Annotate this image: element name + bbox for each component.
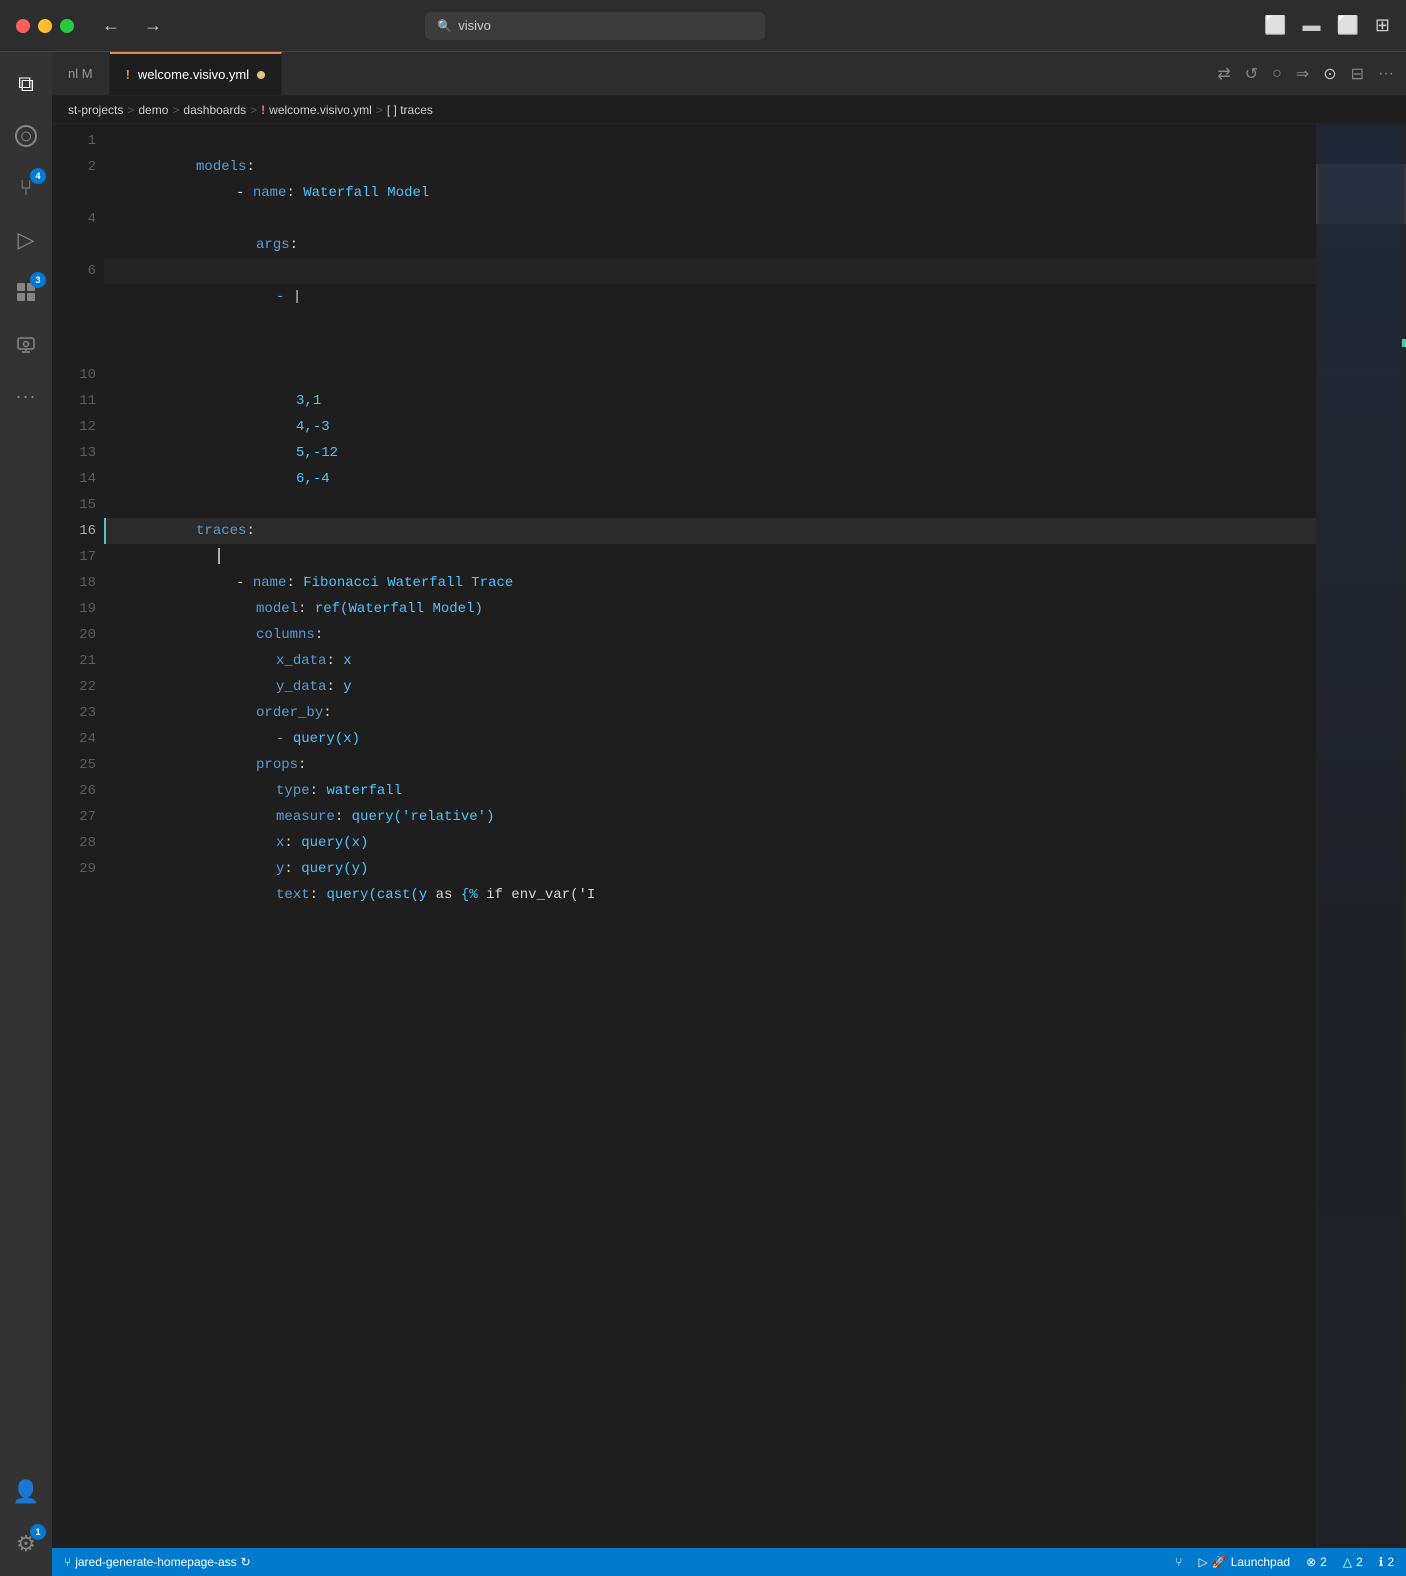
code-line-4: args: [104, 206, 1316, 232]
code-line-1: models: [104, 128, 1316, 154]
status-info-item[interactable]: ℹ 2 [1379, 1555, 1394, 1569]
info-count: 2 [1387, 1555, 1394, 1569]
branch-name: jared-generate-homepage-ass [75, 1555, 236, 1569]
warning-icon: △ [1343, 1555, 1352, 1569]
customize-layout-icon[interactable]: ⊞ [1375, 15, 1390, 36]
search-bar[interactable]: 🔍 visivo [425, 12, 765, 40]
timeline-icon[interactable]: ↺ [1245, 64, 1258, 84]
run-icon: ▷ [18, 227, 35, 253]
activity-item-more[interactable]: ··· [2, 372, 50, 420]
branch-icon[interactable]: ○ [1272, 65, 1282, 83]
tab-label: welcome.visivo.yml [138, 67, 249, 82]
forward-icon[interactable]: ⇒ [1296, 64, 1309, 84]
account-icon: 👤 [12, 1479, 39, 1505]
tab-modified-dot [257, 71, 265, 79]
activity-item-run[interactable]: ▷ [2, 216, 50, 264]
minimize-button[interactable] [38, 19, 52, 33]
nav-buttons: ← → [94, 11, 170, 40]
tab-bar: nl M ! welcome.visivo.yml ⇄ ↺ ○ ⇒ ⊙ ⊟ ··… [52, 52, 1406, 96]
code-line-16 [104, 518, 1316, 544]
nav-forward-button[interactable]: → [136, 11, 170, 40]
titlebar-icons: ⬜ ▬ ⬜ ⊞ [1264, 15, 1390, 36]
minimap-highlight [1402, 339, 1406, 347]
tab-first-label: nl M [68, 66, 93, 81]
code-line-15: traces: [104, 492, 1316, 518]
code-line-gap5 [104, 336, 1316, 362]
explorer-icon: ⧉ [18, 71, 34, 97]
code-content[interactable]: models: - name: Waterfall Model args: - … [104, 124, 1316, 1548]
activity-item-extensions[interactable]: 3 [2, 268, 50, 316]
tab-exclaim-icon: ! [126, 67, 130, 82]
activity-bar: ⧉ ○ ⑂ 4 ▷ 3 [0, 52, 52, 1576]
editor-area: nl M ! welcome.visivo.yml ⇄ ↺ ○ ⇒ ⊙ ⊟ ··… [52, 52, 1406, 1576]
settings-badge: 1 [30, 1524, 46, 1540]
more-icon: ··· [16, 386, 37, 407]
close-button[interactable] [16, 19, 30, 33]
code-area[interactable]: 1 2 4 6 10 11 12 13 14 15 16 17 18 19 20 [52, 124, 1406, 1548]
split-icon[interactable]: ⊟ [1351, 64, 1364, 84]
line-numbers: 1 2 4 6 10 11 12 13 14 15 16 17 18 19 20 [52, 124, 104, 1548]
extensions-badge: 3 [30, 272, 46, 288]
git-compare-icon[interactable]: ⇄ [1217, 64, 1230, 84]
activity-bottom: 👤 ⚙ 1 [2, 1468, 50, 1576]
sync-icon: ↻ [241, 1555, 251, 1569]
tab-actions: ⇄ ↺ ○ ⇒ ⊙ ⊟ ··· [1205, 52, 1406, 95]
code-line-17: - name: Fibonacci Waterfall Trace [104, 544, 1316, 570]
minimap-content [1316, 124, 1406, 1548]
status-bar: ⑂ jared-generate-homepage-ass ↻ ⑂ ▷ 🚀 La… [52, 1548, 1406, 1576]
search-text: visivo [458, 18, 491, 33]
status-merge-item[interactable]: ⑂ [1175, 1555, 1182, 1569]
activity-item-explorer[interactable]: ⧉ [2, 60, 50, 108]
source-control-badge: 4 [30, 168, 46, 184]
remote-icon [15, 333, 37, 355]
code-line-6: - | [104, 258, 1316, 284]
breadcrumb: st-projects > demo > dashboards > ! welc… [52, 96, 1406, 124]
maximize-button[interactable] [60, 19, 74, 33]
split-vertical-icon[interactable]: ⬜ [1336, 15, 1358, 36]
main-layout: ⧉ ○ ⑂ 4 ▷ 3 [0, 52, 1406, 1576]
info-icon: ℹ [1379, 1555, 1384, 1569]
run-file-icon[interactable]: ⊙ [1323, 64, 1336, 84]
search-icon: ○ [15, 125, 37, 147]
editor-layout-icon[interactable]: ▬ [1302, 15, 1320, 36]
branch-icon: ⑂ [64, 1555, 71, 1569]
breadcrumb-exclaim: ! [261, 103, 265, 117]
status-run-item[interactable]: ▷ 🚀 Launchpad [1199, 1555, 1291, 1569]
activity-item-search[interactable]: ○ [2, 112, 50, 160]
error-icon: ⊗ [1306, 1555, 1316, 1569]
activity-item-settings[interactable]: ⚙ 1 [2, 1520, 50, 1568]
warning-count: 2 [1356, 1555, 1363, 1569]
error-count: 2 [1320, 1555, 1327, 1569]
rocket-icon: 🚀 [1212, 1555, 1227, 1569]
activity-item-source-control[interactable]: ⑂ 4 [2, 164, 50, 212]
activity-item-remote[interactable] [2, 320, 50, 368]
breadcrumb-demo[interactable]: demo [138, 103, 168, 117]
status-left: ⑂ jared-generate-homepage-ass ↻ [64, 1555, 251, 1569]
nav-back-button[interactable]: ← [94, 11, 128, 40]
breadcrumb-file[interactable]: welcome.visivo.yml [269, 103, 372, 117]
tab-welcome-visivo[interactable]: ! welcome.visivo.yml [110, 52, 283, 95]
status-warnings-item[interactable]: △ 2 [1343, 1555, 1363, 1569]
merge-icon: ⑂ [1175, 1555, 1182, 1569]
search-icon: 🔍 [437, 19, 452, 33]
more-actions-icon[interactable]: ··· [1378, 65, 1394, 83]
status-right: ⑂ ▷ 🚀 Launchpad ⊗ 2 △ 2 ℹ 2 [1175, 1555, 1394, 1569]
split-editor-icon[interactable]: ⬜ [1264, 15, 1286, 36]
breadcrumb-traces[interactable]: [ ] traces [387, 103, 433, 117]
breadcrumb-projects[interactable]: st-projects [68, 103, 123, 117]
titlebar: ← → 🔍 visivo ⬜ ▬ ⬜ ⊞ [0, 0, 1406, 52]
run-debug-icon: ▷ [1199, 1555, 1208, 1569]
status-branch-item[interactable]: ⑂ jared-generate-homepage-ass ↻ [64, 1555, 251, 1569]
tab-first[interactable]: nl M [52, 52, 110, 95]
traffic-lights [16, 19, 74, 33]
breadcrumb-dashboards[interactable]: dashboards [183, 103, 246, 117]
code-line-10: 3,1 [104, 362, 1316, 388]
code-line-2: - name: Waterfall Model [104, 154, 1316, 180]
status-errors-item[interactable]: ⊗ 2 [1306, 1555, 1327, 1569]
minimap[interactable] [1316, 124, 1406, 1548]
launchpad-label: Launchpad [1231, 1555, 1290, 1569]
code-line-gap4 [104, 310, 1316, 336]
activity-item-account[interactable]: 👤 [2, 1468, 50, 1516]
